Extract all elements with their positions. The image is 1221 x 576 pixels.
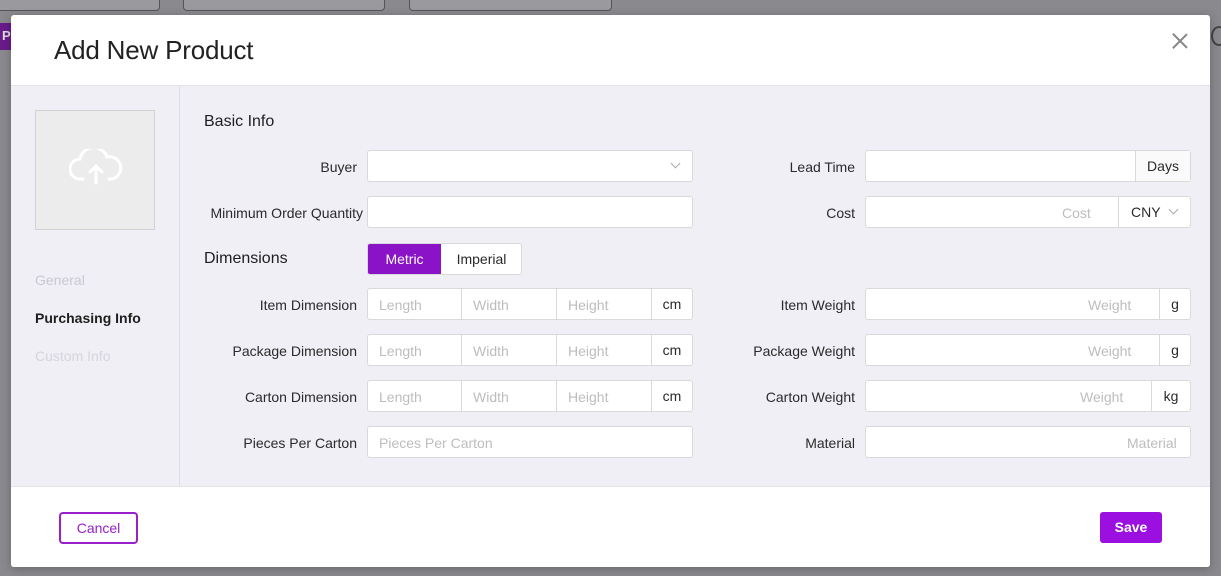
nav-item-custom-info[interactable]: Custom Info (35, 348, 110, 364)
carton-length-input[interactable]: Length (368, 381, 462, 411)
nav-item-general[interactable]: General (35, 272, 85, 288)
cost-label: Cost (826, 205, 855, 221)
dimensions-title: Dimensions (204, 250, 288, 267)
lead-time-unit: Days (1135, 151, 1190, 181)
carton-height-input[interactable]: Height (557, 381, 651, 411)
width-placeholder: Width (473, 389, 509, 405)
image-upload[interactable] (35, 110, 155, 230)
item-width-input[interactable]: Width (462, 289, 557, 319)
material-placeholder: Material (1127, 435, 1177, 451)
close-icon[interactable] (1172, 33, 1188, 49)
dialog-footer: Cancel Save (11, 486, 1210, 567)
package-dimension-input: Length Width Height cm (367, 334, 693, 366)
weight-placeholder: Weight (1088, 343, 1132, 359)
package-weight-unit: g (1159, 335, 1190, 365)
backdrop-tab-label: P (2, 28, 11, 43)
cost-input[interactable]: Cost CNY (865, 196, 1191, 228)
pieces-per-carton-label: Pieces Per Carton (243, 435, 357, 451)
carton-weight-unit: kg (1151, 381, 1190, 411)
item-height-input[interactable]: Height (557, 289, 651, 319)
item-dimension-label: Item Dimension (259, 297, 357, 313)
carton-dimension-input: Length Width Height cm (367, 380, 693, 412)
basic-info-title: Basic Info (204, 113, 275, 130)
material-input[interactable]: Material (865, 426, 1191, 458)
package-dimension-label: Package Dimension (232, 343, 357, 359)
item-length-input[interactable]: Length (368, 289, 462, 319)
weight-placeholder: Weight (1088, 297, 1132, 313)
buyer-label: Buyer (320, 159, 357, 175)
dialog-title: Add New Product (54, 35, 254, 65)
imperial-button[interactable]: Imperial (441, 244, 521, 274)
chevron-down-icon (670, 158, 681, 169)
package-height-input[interactable]: Height (557, 335, 651, 365)
pieces-per-carton-placeholder: Pieces Per Carton (379, 435, 493, 451)
material-label: Material (805, 435, 855, 451)
package-dimension-unit: cm (651, 335, 692, 365)
carton-weight-label: Carton Weight (765, 389, 855, 405)
backdrop-field (183, 0, 385, 11)
package-width-input[interactable]: Width (462, 335, 557, 365)
weight-placeholder: Weight (1080, 389, 1124, 405)
height-placeholder: Height (568, 297, 609, 313)
package-weight-label: Package Weight (753, 343, 855, 359)
cancel-button[interactable]: Cancel (59, 512, 138, 544)
metric-button[interactable]: Metric (368, 244, 441, 274)
moq-input[interactable] (367, 196, 693, 228)
cost-placeholder: Cost (1062, 205, 1091, 221)
carton-dimension-unit: cm (651, 381, 692, 411)
backdrop-field (0, 0, 160, 11)
side-nav: General Purchasing Info Custom Info (11, 86, 180, 487)
length-placeholder: Length (379, 297, 422, 313)
add-product-dialog: Add New Product General Purchasing Info … (11, 15, 1210, 567)
carton-width-input[interactable]: Width (462, 381, 557, 411)
unit-system-toggle: Metric Imperial (367, 243, 522, 275)
item-weight-label: Item Weight (780, 297, 855, 313)
item-dimension-unit: cm (651, 289, 692, 319)
package-length-input[interactable]: Length (368, 335, 462, 365)
lead-time-input[interactable]: Days (865, 150, 1191, 182)
width-placeholder: Width (473, 343, 509, 359)
item-dimension-input: Length Width Height cm (367, 288, 693, 320)
dialog-header: Add New Product (11, 15, 1210, 86)
backdrop-field (409, 0, 612, 11)
height-placeholder: Height (568, 343, 609, 359)
save-button[interactable]: Save (1100, 512, 1162, 543)
currency-select[interactable]: CNY (1118, 197, 1190, 227)
height-placeholder: Height (568, 389, 609, 405)
item-weight-unit: g (1159, 289, 1190, 319)
pieces-per-carton-input[interactable]: Pieces Per Carton (367, 426, 693, 458)
carton-dimension-label: Carton Dimension (244, 389, 357, 405)
length-placeholder: Length (379, 389, 422, 405)
dialog-body: General Purchasing Info Custom Info Basi… (11, 86, 1210, 487)
cloud-upload-icon (69, 149, 123, 185)
carton-weight-input[interactable]: Weight kg (865, 380, 1191, 412)
package-weight-input[interactable]: Weight g (865, 334, 1191, 366)
item-weight-input[interactable]: Weight g (865, 288, 1191, 320)
backdrop-icon (1211, 26, 1221, 46)
width-placeholder: Width (473, 297, 509, 313)
chevron-down-icon (1168, 204, 1179, 215)
length-placeholder: Length (379, 343, 422, 359)
lead-time-label: Lead Time (789, 159, 855, 175)
moq-label: Minimum Order Quantity (210, 205, 363, 221)
nav-item-purchasing-info[interactable]: Purchasing Info (35, 310, 141, 326)
currency-value: CNY (1131, 204, 1161, 220)
buyer-select[interactable] (367, 150, 693, 182)
